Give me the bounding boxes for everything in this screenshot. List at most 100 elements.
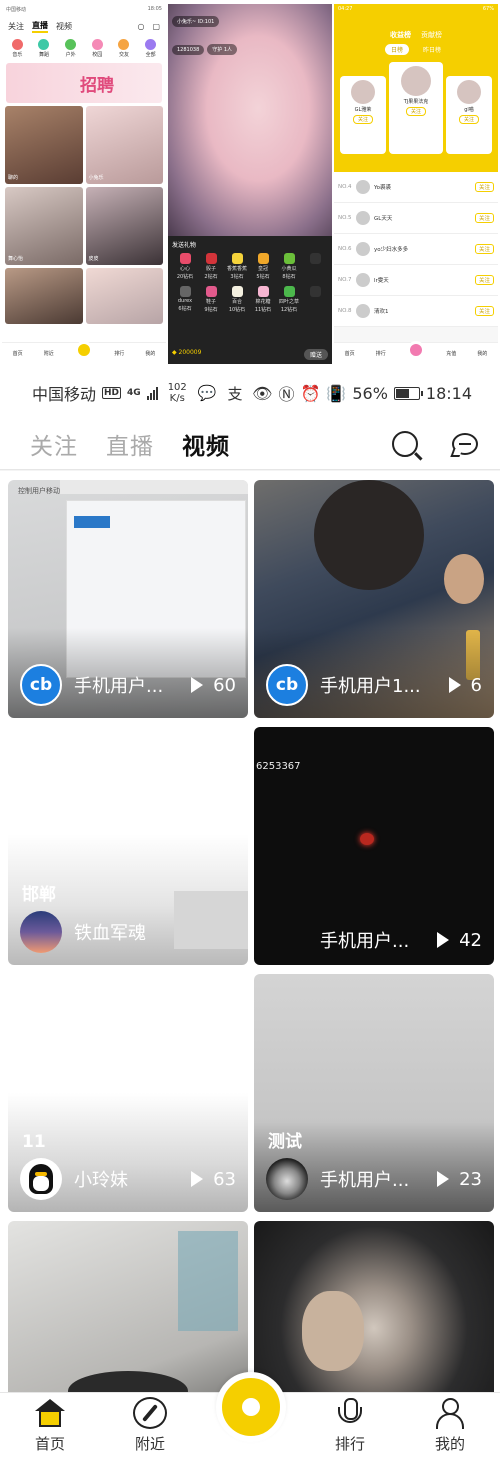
mini-tab: 视频 — [56, 22, 72, 31]
battery-percent: 56% — [352, 383, 388, 403]
mini-podium-item: TJ果果法克 关注 — [389, 62, 443, 154]
mini-live-grid: 聊的 小兔乐 舞心怡 皮皮 — [2, 106, 166, 324]
video-card[interactable]: 测试 手机用户... 23 — [254, 974, 494, 1212]
screen: 中国移动 18:05 关注 直播 视频 ○ ▢ 音乐 舞蹈 户外 校园 交友 全… — [0, 0, 500, 1462]
video-feed: 控制用户移动 cb 手机用户... 60 cb 手机用户1... 6 邯郸 铁血… — [0, 471, 500, 1392]
battery-icon — [393, 386, 423, 400]
mini-time: 18:05 — [147, 6, 162, 12]
card-meta: 小玲妹 63 — [20, 1158, 236, 1200]
play-count-icon — [191, 677, 204, 693]
mini-gift: 骰子 2钻石 — [198, 253, 224, 280]
card-meta: 手机用户... 42 — [266, 927, 482, 953]
nav-label: 附近 — [134, 1435, 165, 1453]
nfc-icon: Ⓝ — [278, 385, 295, 404]
microphone-icon — [333, 1397, 367, 1429]
play-count: 63 — [213, 1168, 236, 1190]
user-name: 小玲妹 — [74, 1170, 128, 1191]
video-card[interactable] — [8, 1221, 248, 1392]
mini-rank-row: NO.4 Yo裘裘 关注 — [334, 172, 498, 203]
user-name: 手机用户1... — [320, 676, 421, 697]
chat-bubble-icon: 💬 — [197, 384, 217, 402]
mini-category-row: 音乐 舞蹈 户外 校园 交友 全部 — [2, 37, 166, 60]
tab-live[interactable]: 直播 — [106, 427, 154, 461]
mini-gift: 小黄瓜 8钻石 — [276, 253, 302, 280]
mini-top-tabs: 关注 直播 视频 ○ ▢ — [2, 16, 166, 37]
mini-rank-row: NO.6 yo少妇水多多 关注 — [334, 234, 498, 265]
mini-category: 交友 — [118, 39, 130, 58]
user-avatar[interactable] — [266, 1158, 308, 1200]
mini-nav-item: 附近 — [43, 351, 54, 357]
mini-status-bar: 中国移动 18:05 — [2, 4, 166, 16]
mini-gift: 百合 10钻石 — [224, 286, 250, 313]
mini-viewers: 1281038 — [172, 44, 205, 55]
mini-podium-item: gl喵 关注 — [446, 76, 492, 154]
status-right-group: 👁 Ⓝ ⏰ 📳 56% 18:14 — [252, 381, 472, 405]
user-name: 手机用户... — [74, 676, 164, 697]
hd-badge: HD — [102, 387, 122, 399]
mini-host-pill: 小兔乐~ ID:101 — [172, 16, 220, 27]
mini-gift: 鞋子 9钻石 — [198, 286, 224, 313]
video-thumbnail — [8, 1221, 248, 1392]
video-card[interactable] — [254, 1221, 494, 1392]
video-card[interactable]: 邯郸 铁血军魂 — [8, 727, 248, 965]
mini-search-icon: ○ — [137, 22, 145, 31]
user-avatar[interactable] — [20, 911, 62, 953]
card-meta: 手机用户... 23 — [266, 1158, 482, 1200]
nav-label: 首页 — [34, 1435, 65, 1453]
nav-me[interactable]: 我的 — [400, 1397, 500, 1454]
user-avatar[interactable]: cb — [266, 664, 308, 706]
nav-label: 排行 — [334, 1435, 365, 1453]
collage-home-screenshot: 中国移动 18:05 关注 直播 视频 ○ ▢ 音乐 舞蹈 户外 校园 交友 全… — [2, 4, 166, 364]
nav-ranking[interactable]: 排行 — [300, 1397, 400, 1454]
video-card[interactable]: 控制用户移动 cb 手机用户... 60 — [8, 480, 248, 718]
mini-carrier: 中国移动 — [6, 7, 27, 13]
mini-gift: 棉花糖 11钻石 — [250, 286, 276, 313]
tab-video[interactable]: 视频 — [182, 427, 230, 475]
message-icon[interactable] — [452, 432, 478, 455]
mini-category: 校园 — [91, 39, 103, 58]
network-speed: 102 K/s — [167, 382, 187, 404]
video-title: 测试 — [268, 1132, 302, 1152]
mini-nav-item: 排行 — [114, 351, 125, 357]
search-icon[interactable] — [392, 430, 418, 457]
card-meta: cb 手机用户1... 6 — [266, 664, 482, 706]
collage-live-room-screenshot: 小兔乐~ ID:101 1281038 守护 1人 发送礼物 心心 20钻石 骰子… — [168, 4, 332, 364]
qq-penguin-icon[interactable] — [20, 1158, 62, 1200]
nav-nearby[interactable]: 附近 — [100, 1397, 200, 1454]
go-live-button[interactable] — [216, 1372, 286, 1442]
top-nav-actions — [392, 430, 478, 457]
clock: 18:14 — [425, 383, 472, 403]
video-card[interactable]: 6253367 手机用户... 42 — [254, 727, 494, 965]
video-card[interactable]: 11 小玲妹 63 — [8, 974, 248, 1212]
play-count: 6 — [470, 674, 482, 696]
card-meta: 铁血军魂 — [20, 911, 236, 953]
video-title: 邯郸 — [22, 885, 56, 905]
tab-follow[interactable]: 关注 — [30, 427, 78, 461]
collage-ranking-screenshot: 04:27 67% 收益榜 贡献榜 日榜 昨日榜 GL雅茉 关注 TJ果果法克 关注… — [334, 4, 498, 364]
mini-balance: ◆ 200009 — [172, 349, 202, 356]
home-icon — [33, 1397, 67, 1429]
mini-gift-panel: 发送礼物 心心 20钻石 骰子 2钻石 香蕉香蕉 3钻石 皇冠 5钻石 小黄瓜 8钻石 d… — [168, 236, 332, 364]
video-thumbnail — [254, 1221, 494, 1392]
mini-center-button — [75, 340, 93, 359]
screenshot-collage: 中国移动 18:05 关注 直播 视频 ○ ▢ 音乐 舞蹈 户外 校园 交友 全… — [0, 0, 500, 368]
mini-live-video — [168, 4, 332, 236]
compass-icon — [133, 1397, 167, 1429]
video-overlay-text: 控制用户移动 — [18, 487, 60, 495]
network-type: 4G — [127, 388, 141, 398]
mini-rank-subtabs: 日榜 昨日榜 — [334, 44, 498, 55]
mini-category: 音乐 — [11, 39, 23, 58]
mini-rank-row: NO.7 lr雯天 关注 — [334, 265, 498, 296]
mini-rank-row: NO.5 GL天天 关注 — [334, 203, 498, 234]
user-name: 手机用户... — [320, 931, 410, 952]
mini-gift — [302, 286, 328, 313]
mini-tab-active: 直播 — [32, 20, 48, 33]
nav-home[interactable]: 首页 — [0, 1397, 100, 1454]
status-bar: 中国移动 HD 4G 102 K/s 💬 支 👁 Ⓝ ⏰ 📳 56% 18:14 — [0, 368, 500, 418]
video-card[interactable]: cb 手机用户1... 6 — [254, 480, 494, 718]
signal-icon — [146, 386, 158, 400]
user-name: 铁血军魂 — [74, 923, 146, 944]
mini-tab: 关注 — [8, 22, 24, 31]
mini-rank-header: 04:27 67% 收益榜 贡献榜 日榜 昨日榜 GL雅茉 关注 TJ果果法克 关注… — [334, 4, 498, 172]
user-avatar[interactable]: cb — [20, 664, 62, 706]
